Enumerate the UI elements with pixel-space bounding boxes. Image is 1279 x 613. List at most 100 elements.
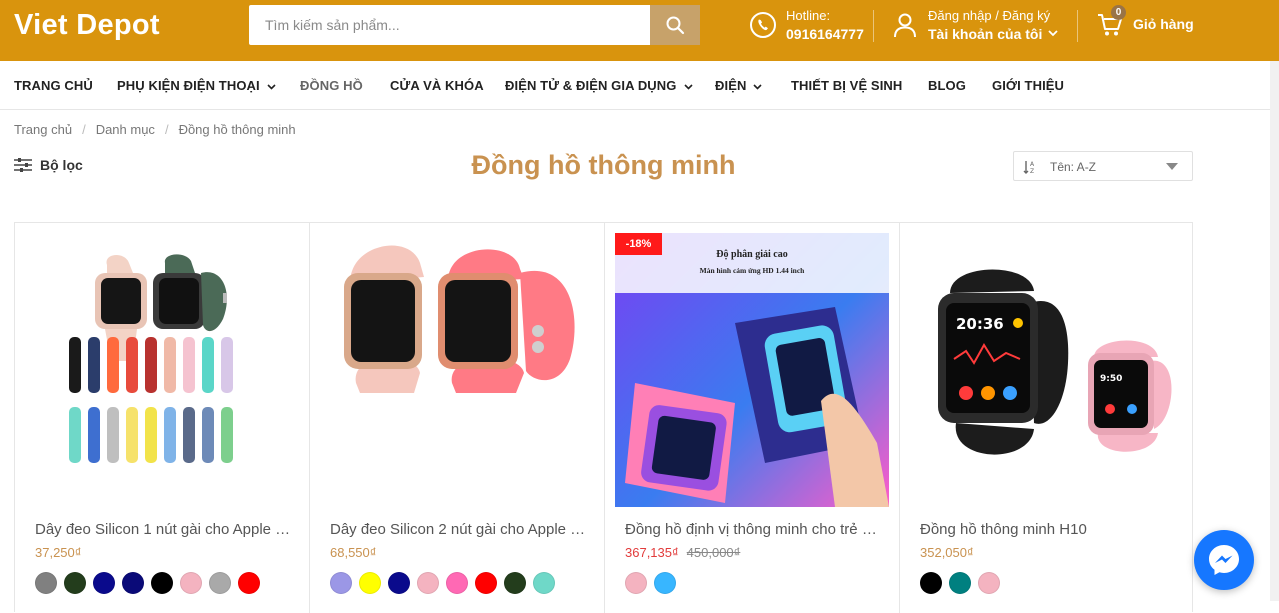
color-swatch[interactable] [475, 572, 497, 594]
color-swatch[interactable] [446, 572, 468, 594]
site-logo[interactable]: Viet Depot [14, 9, 160, 42]
watch-strap [221, 407, 233, 463]
color-swatch[interactable] [93, 572, 115, 594]
color-swatch[interactable] [330, 572, 352, 594]
product-grid: Dây đeo Silicon 1 nút gài cho Apple Watc… [14, 222, 1195, 613]
product-price: 367,135₫ 450,000₫ [625, 545, 740, 560]
watch-strap [88, 337, 100, 393]
color-swatch[interactable] [151, 572, 173, 594]
svg-text:A: A [1030, 161, 1035, 168]
watch-strap [145, 337, 157, 393]
top-header: Viet Depot Hotline: 0916164777 Đăng nhập… [0, 0, 1279, 61]
nav-item-blog[interactable]: BLOG [928, 78, 966, 93]
messenger-chat-button[interactable] [1194, 530, 1254, 590]
product-name[interactable]: Đồng hồ thông minh H10 [920, 521, 1176, 538]
nav-item-phone-accessories[interactable]: PHỤ KIỆN ĐIỆN THOẠI [117, 78, 276, 93]
my-account-label: Tài khoản của tôi [928, 26, 1043, 42]
color-swatches [330, 572, 562, 599]
watch-strap [183, 337, 195, 393]
color-swatch[interactable] [625, 572, 647, 594]
product-price: 37,250₫ [35, 545, 82, 560]
color-swatch[interactable] [417, 572, 439, 594]
hotline-label: Hotline: [786, 8, 831, 23]
color-swatch[interactable] [533, 572, 555, 594]
product-name[interactable]: Đồng hồ định vị thông minh cho trẻ em [625, 521, 881, 538]
product-image[interactable] [25, 233, 299, 507]
watch-strap [107, 337, 119, 393]
nav-item-home[interactable]: TRANG CHỦ [14, 78, 93, 93]
svg-text:Z: Z [1030, 168, 1034, 175]
page-edge [1270, 61, 1279, 601]
phone-icon [750, 12, 776, 38]
sort-select[interactable]: AZ Tên: A-Z [1013, 151, 1193, 181]
messenger-icon [1209, 545, 1239, 575]
breadcrumb-home[interactable]: Trang chủ [14, 122, 72, 137]
color-swatch[interactable] [359, 572, 381, 594]
search-bar [249, 5, 700, 45]
sale-price: 367,135₫ [625, 545, 679, 560]
breadcrumb-separator: / [82, 122, 86, 137]
product-card[interactable]: Dây đeo Silicon 2 nút gài cho Apple Watc… [310, 223, 605, 613]
watch-strap [69, 337, 81, 393]
watch-strap [164, 407, 176, 463]
color-swatch[interactable] [920, 572, 942, 594]
search-input[interactable] [249, 5, 650, 45]
color-swatches [35, 572, 267, 599]
nav-item-watches[interactable]: ĐỒNG HỒ [300, 78, 363, 93]
product-name[interactable]: Dây đeo Silicon 2 nút gài cho Apple Watc… [330, 521, 586, 538]
color-swatch[interactable] [949, 572, 971, 594]
product-card[interactable]: Dây đeo Silicon 1 nút gài cho Apple Watc… [15, 223, 310, 613]
svg-text:9:50: 9:50 [1100, 374, 1122, 384]
product-image[interactable] [320, 233, 594, 507]
breadcrumb-category[interactable]: Danh mục [96, 122, 155, 137]
nav-item-doors-locks[interactable]: CỬA VÀ KHÓA [390, 78, 484, 93]
product-image[interactable]: 20:36 9:50 [910, 233, 1184, 507]
watch-strap [145, 407, 157, 463]
nav-item-about[interactable]: GIỚI THIỆU [992, 78, 1064, 93]
header-divider [1077, 10, 1078, 42]
product-image[interactable]: Độ phân giải cao Màn hình cảm ứng HD 1.4… [615, 233, 889, 507]
color-swatch[interactable] [209, 572, 231, 594]
chevron-down-icon [267, 83, 276, 90]
color-swatch[interactable] [504, 572, 526, 594]
user-icon [894, 13, 916, 38]
color-swatch[interactable] [35, 572, 57, 594]
cart-count-badge: 0 [1111, 5, 1126, 20]
image-subheading: Màn hình cảm ứng HD 1.44 inch [700, 266, 806, 275]
color-swatch[interactable] [388, 572, 410, 594]
watch-strap [126, 407, 138, 463]
chevron-down-icon [683, 83, 693, 90]
search-icon [666, 16, 685, 35]
watch-strap [107, 407, 119, 463]
product-card[interactable]: 20:36 9:50 Đồng hồ thông minh H10 352,05… [900, 223, 1195, 613]
sort-icon: AZ [1023, 161, 1035, 175]
hotline-number: 0916164777 [786, 26, 864, 42]
color-swatch[interactable] [654, 572, 676, 594]
color-swatch[interactable] [238, 572, 260, 594]
product-name[interactable]: Dây đeo Silicon 1 nút gài cho Apple Watc… [35, 521, 291, 538]
original-price: 450,000₫ [686, 545, 741, 560]
nav-item-sanitary[interactable]: THIẾT BỊ VỆ SINH [791, 78, 902, 93]
breadcrumb-separator: / [164, 122, 169, 137]
color-swatch[interactable] [64, 572, 86, 594]
nav-item-electronics[interactable]: ĐIỆN TỬ & ĐIỆN GIA DỤNG [505, 78, 693, 93]
login-register-link[interactable]: Đăng nhập / Đăng ký [928, 8, 1050, 23]
product-price: 352,050₫ [920, 545, 974, 560]
search-button[interactable] [650, 5, 700, 45]
triangle-down-icon [1166, 163, 1178, 170]
color-swatches [625, 572, 683, 599]
breadcrumb: Trang chủ / Danh mục / Đồng hồ thông minh [14, 122, 296, 137]
image-heading: Độ phân giải cao [716, 249, 787, 260]
main-nav: TRANG CHỦ PHỤ KIỆN ĐIỆN THOẠI ĐỒNG HỒ CỬ… [0, 61, 1279, 110]
svg-text:20:36: 20:36 [956, 315, 1004, 333]
watch-strap [202, 337, 214, 393]
color-swatches [920, 572, 1007, 599]
breadcrumb-current: Đồng hồ thông minh [178, 122, 296, 137]
color-swatch[interactable] [122, 572, 144, 594]
color-swatch[interactable] [180, 572, 202, 594]
product-card[interactable]: Độ phân giải cao Màn hình cảm ứng HD 1.4… [605, 223, 900, 613]
color-swatch[interactable] [978, 572, 1000, 594]
nav-item-electrical[interactable]: ĐIỆN [715, 78, 763, 93]
discount-badge: -18% [615, 233, 662, 255]
cart-label: Giỏ hàng [1133, 16, 1194, 32]
